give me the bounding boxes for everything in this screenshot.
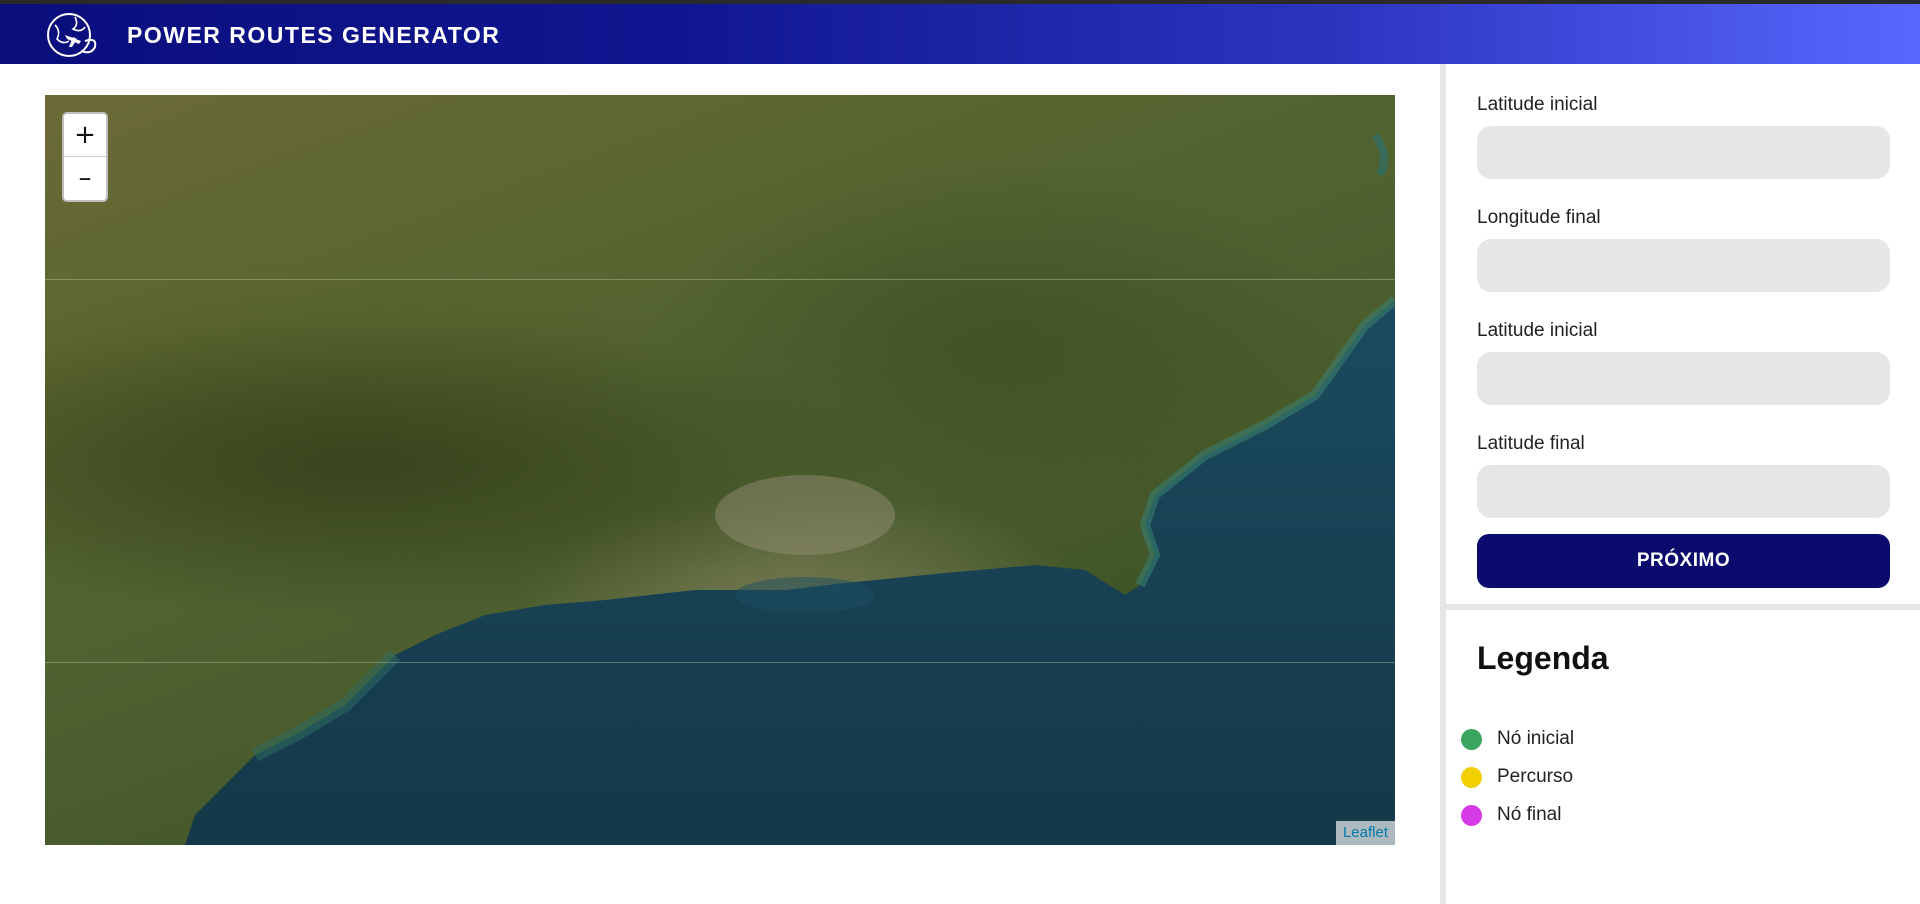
legend-label: Percurso [1497,766,1574,787]
app-title: POWER ROUTES GENERATOR [127,22,501,48]
latitude-initial-input-2[interactable] [1477,352,1890,405]
latitude-final-input[interactable] [1477,465,1890,518]
field-label: Latitude inicial [1477,94,1598,115]
legend-item: Nó final [1461,796,1574,834]
coordinates-form: Latitude inicial Longitude final Latitud… [1477,94,1890,546]
latitude-initial-input[interactable] [1477,126,1890,179]
green-dot-icon [1461,728,1482,750]
panel-divider [1440,64,1446,904]
magenta-dot-icon [1461,804,1482,826]
field-label: Latitude final [1477,433,1585,454]
longitude-final-input[interactable] [1477,239,1890,292]
zoom-control: + – [62,112,108,202]
panel-divider [1446,604,1920,610]
map-view[interactable]: + – Leaflet [45,95,1395,845]
map-tile-seam [45,279,1395,280]
zoom-in-button[interactable]: + [64,114,106,157]
map-sea [185,132,1395,845]
map-tile-seam [45,662,1395,663]
next-button[interactable]: PRÓXIMO [1477,534,1890,588]
map-attribution-link[interactable]: Leaflet [1335,821,1395,845]
field-label: Latitude inicial [1477,320,1598,341]
globe-plane-icon[interactable] [45,11,101,59]
legend-item: Percurso [1461,758,1574,796]
legend-label: Nó final [1497,804,1562,825]
legend-title: Legenda [1477,640,1609,676]
field-label: Longitude final [1477,207,1601,228]
legend-list: Nó inicial Percurso Nó final [1461,720,1574,834]
app-header: POWER ROUTES GENERATOR [0,4,1920,64]
zoom-out-button[interactable]: – [64,157,106,200]
legend-item: Nó inicial [1461,720,1574,758]
legend-label: Nó inicial [1497,728,1575,749]
yellow-dot-icon [1461,766,1482,788]
